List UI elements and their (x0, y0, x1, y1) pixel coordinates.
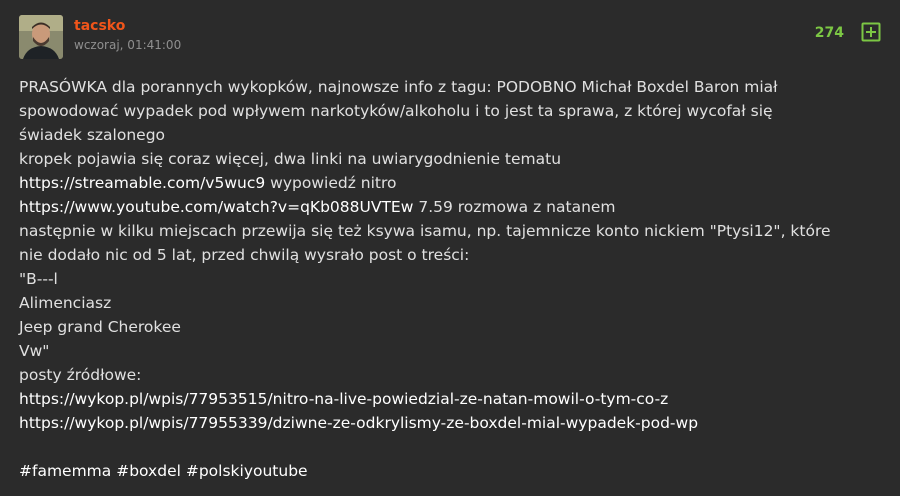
tags-line: #famemma #boxdel #polskiyoutube (19, 459, 887, 483)
quote-line: "B---l (19, 270, 58, 288)
source-link-2[interactable]: https://wykop.pl/wpis/77955339/dziwne-ze… (19, 414, 698, 432)
source-line: https://wykop.pl/wpis/77953515/nitro-na-… (19, 387, 887, 411)
entry-body: PRASÓWKA dla porannych wykopków, najnows… (19, 75, 887, 483)
body-line: świadek szalonego (19, 126, 166, 144)
body-line: spowodować wypadek pod wpływem narkotykó… (19, 102, 773, 120)
tag-link[interactable]: #famemma (19, 462, 111, 480)
body-line: kropek pojawia się coraz więcej, dwa lin… (19, 150, 562, 168)
streamable-link[interactable]: https://streamable.com/v5wuc9 (19, 174, 265, 192)
avatar-image (19, 15, 63, 59)
tag-link[interactable]: #boxdel (116, 462, 181, 480)
link2-description: 7.59 rozmowa z natanem (413, 198, 616, 216)
quote-line: Alimenciasz (19, 294, 112, 312)
vote-count: 274 (814, 25, 844, 41)
link1-description: wypowiedź nitro (265, 174, 397, 192)
youtube-link[interactable]: https://www.youtube.com/watch?v=qKb088UV… (19, 198, 413, 216)
plus-vote-icon[interactable] (861, 22, 881, 42)
quote-line: Jeep grand Cherokee (19, 318, 181, 336)
tag-link[interactable]: #polskiyoutube (186, 462, 308, 480)
source-link-1[interactable]: https://wykop.pl/wpis/77953515/nitro-na-… (19, 390, 668, 408)
body-line: następnie w kilku miejscach przewija się… (19, 222, 831, 240)
source-line: https://wykop.pl/wpis/77955339/dziwne-ze… (19, 411, 887, 435)
post-timestamp: wczoraj, 01:41:00 (74, 38, 182, 52)
body-line-link2: https://www.youtube.com/watch?v=qKb088UV… (19, 195, 887, 219)
entry: tacsko wczoraj, 01:41:00 274 PRASÓWKA dl… (0, 0, 900, 496)
body-line-link1: https://streamable.com/v5wuc9 wypowiedź … (19, 171, 887, 195)
body-line: PRASÓWKA dla porannych wykopków, najnows… (19, 78, 778, 96)
body-line: nie dodało nic od 5 lat, przed chwilą wy… (19, 246, 470, 264)
avatar[interactable] (19, 15, 63, 59)
sources-label: posty źródłowe: (19, 366, 142, 384)
quote-line: Vw" (19, 342, 50, 360)
author-name[interactable]: tacsko (74, 18, 125, 35)
